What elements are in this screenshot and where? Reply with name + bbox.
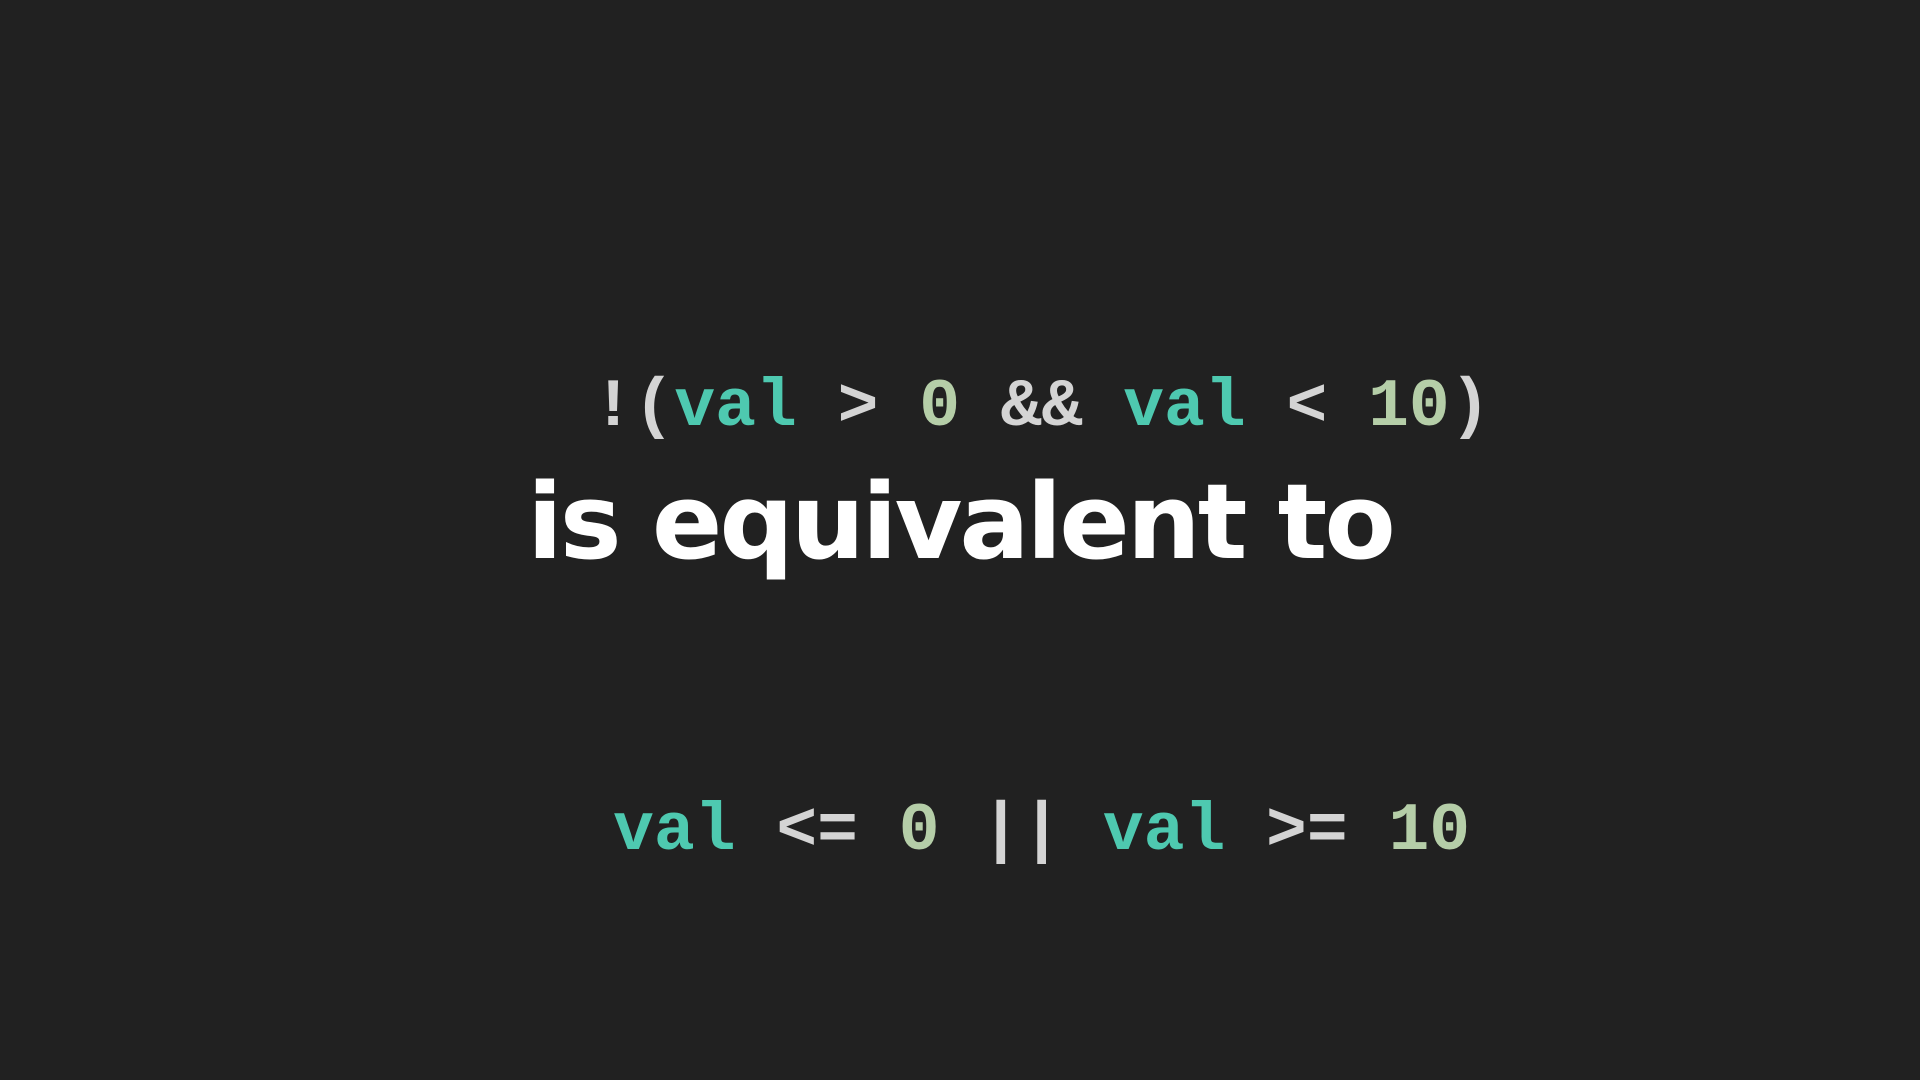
code-token-operator: !( <box>592 369 675 446</box>
code-token-identifier: val <box>1123 369 1246 446</box>
code-expression-equivalent: val <= 0 || val >= 10 <box>0 712 1920 952</box>
code-token-number: 0 <box>898 793 940 870</box>
code-token-number: 10 <box>1368 369 1450 446</box>
code-token-operator: > <box>796 369 920 446</box>
code-token-identifier: val <box>1102 793 1226 870</box>
slide: !(val > 0 && val < 10) is equivalent to … <box>0 0 1920 1080</box>
code-token-operator: ) <box>1449 369 1491 446</box>
code-token-number: 0 <box>919 369 960 446</box>
code-token-identifier: val <box>674 369 797 446</box>
code-token-operator: && <box>960 369 1124 446</box>
code-token-identifier: val <box>613 793 736 870</box>
code-token-operator: < <box>1245 369 1369 446</box>
code-token-operator: >= <box>1225 793 1389 870</box>
caption-text: is equivalent to <box>527 461 1396 583</box>
code-token-operator: <= <box>735 793 899 870</box>
code-token-number: 10 <box>1388 793 1471 870</box>
code-token-operator: || <box>939 793 1103 870</box>
